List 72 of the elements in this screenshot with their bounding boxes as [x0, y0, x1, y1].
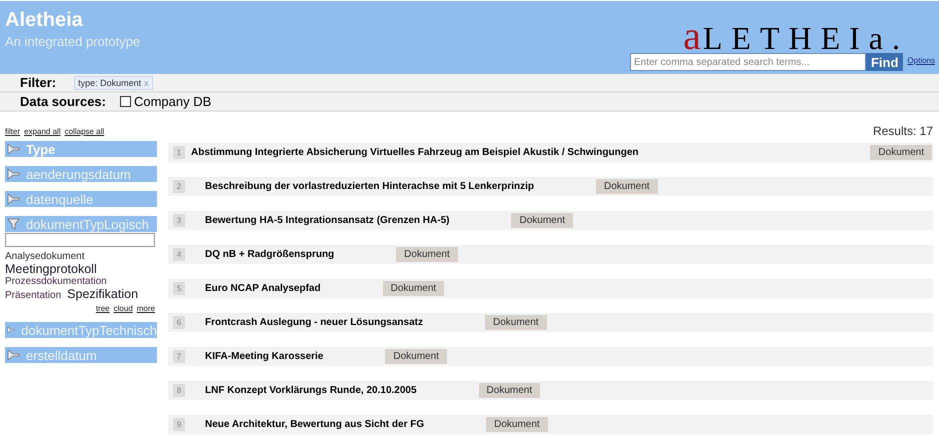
- result-title: Frontcrash Auslegung - neuer Lösungsansatz: [205, 317, 423, 328]
- facet-label: Type: [26, 142, 56, 156]
- result-number: 1: [173, 146, 185, 159]
- funnel-icon: [7, 324, 16, 336]
- find-button[interactable]: Find: [866, 53, 904, 71]
- view-link[interactable]: more: [136, 304, 155, 313]
- facet-filter-field[interactable]: [5, 233, 155, 247]
- sidebar-link[interactable]: filter: [5, 127, 20, 136]
- funnel-icon: [7, 168, 20, 180]
- result-title: KIFA-Meeting Karosserie: [205, 351, 324, 362]
- chip-label: type: Dokument: [78, 78, 142, 88]
- checkbox[interactable]: [120, 96, 131, 107]
- app-subtitle: An integrated prototype: [5, 34, 140, 49]
- cloud-tag[interactable]: Meetingprotokoll: [5, 262, 97, 276]
- funnel-icon: [7, 193, 20, 205]
- result-title: Abstimmung Integrierte Absicherung Virtuelles Fahrzeug am Beispiel Akustik / Schwingungen: [191, 147, 638, 158]
- result-row[interactable]: 8 LNF Konzept Vorklärungs Runde, 20.10.2005 Dokument: [168, 381, 933, 400]
- funnel-icon: [7, 143, 20, 155]
- result-number: 4: [173, 248, 185, 261]
- sidebar-link[interactable]: collapse all: [64, 127, 104, 136]
- result-row[interactable]: 9 Neue Architektur, Bewertung aus Sicht der FG Dokument: [168, 415, 933, 434]
- view-link[interactable]: tree: [96, 304, 110, 313]
- cloud-tag[interactable]: Prozessdokumentation: [5, 276, 107, 287]
- view-link[interactable]: cloud: [114, 304, 133, 313]
- result-row[interactable]: 7 KIFA-Meeting Karosserie Dokument: [168, 347, 933, 366]
- type-tag: Dokument: [478, 383, 540, 398]
- result-row[interactable]: 6 Frontcrash Auslegung - neuer Lösungsansatz Dokument: [168, 313, 933, 332]
- data-sources-label: Data sources:: [20, 94, 106, 109]
- result-row[interactable]: 5 Euro NCAP Analysepfad Dokument: [168, 279, 933, 298]
- result-title: Beschreibung der vorlastreduzierten Hinterachse mit 5 Lenkerprinzip: [205, 181, 534, 192]
- facet-label: dokumentTypTechnisch: [21, 322, 157, 338]
- type-tag: Dokument: [485, 315, 547, 330]
- result-number: 8: [173, 384, 185, 397]
- logo: aLETHEIa.: [683, 21, 909, 53]
- source-label: Company DB: [134, 94, 212, 109]
- result-title: Neue Architektur, Bewertung aus Sicht der FG: [205, 419, 424, 430]
- result-row[interactable]: 2 Beschreibung der vorlastreduzierten Hinterachse mit 5 Lenkerprinzip Dokument: [168, 177, 933, 196]
- result-title: Euro NCAP Analysepfad: [205, 283, 321, 294]
- result-number: 2: [173, 180, 185, 193]
- funnel-icon: [7, 349, 20, 361]
- result-number: 6: [173, 316, 185, 329]
- result-title: LNF Konzept Vorklärungs Runde, 20.10.2005: [205, 385, 417, 396]
- type-tag: Dokument: [385, 349, 447, 364]
- type-tag: Dokument: [596, 179, 658, 194]
- facet-label: aenderungsdatum: [26, 166, 131, 182]
- result-row[interactable]: 3 Bewertung HA-5 Integrationsansatz (Grenzen HA-5) Dokument: [168, 211, 933, 230]
- type-tag: Dokument: [486, 417, 548, 432]
- type-tag: Dokument: [870, 145, 932, 160]
- cloud-tag[interactable]: Analysedokument: [5, 251, 84, 262]
- result-row[interactable]: 1 Abstimmung Integrierte Absicherung Virtuelles Fahrzeug am Beispiel Akustik / Schwingungen Dokument: [168, 143, 933, 162]
- result-title: Bewertung HA-5 Integrationsansatz (Grenzen HA-5): [205, 215, 450, 226]
- type-tag: Dokument: [382, 281, 444, 296]
- type-tag: Dokument: [511, 213, 574, 228]
- result-number: 3: [173, 214, 185, 227]
- type-tag: Dokument: [396, 247, 458, 262]
- facet-label: erstelldatum: [26, 348, 97, 362]
- app-title: Aletheia: [5, 9, 84, 32]
- funnel-icon: [7, 218, 20, 230]
- result-number: 7: [173, 350, 185, 363]
- cloud-tag[interactable]: Präsentation: [5, 290, 62, 301]
- options-link[interactable]: Options: [907, 56, 935, 65]
- sidebar-link[interactable]: expand all: [24, 127, 61, 136]
- filter-label: Filter:: [20, 75, 56, 90]
- facet-label: dokumentTypLogisch: [26, 216, 149, 232]
- result-number: 9: [173, 418, 185, 431]
- result-number: 5: [173, 282, 185, 295]
- facet-label: datenquelle: [26, 192, 94, 206]
- results-count: Results: 17: [872, 124, 933, 138]
- search-field[interactable]: Enter comma separated search terms...: [630, 53, 866, 71]
- cloud-tag[interactable]: Spezifikation: [67, 287, 138, 301]
- result-row[interactable]: 4 DQ nB + Radgrößensprung Dokument: [168, 245, 933, 264]
- result-title: DQ nB + Radgrößensprung: [205, 249, 334, 260]
